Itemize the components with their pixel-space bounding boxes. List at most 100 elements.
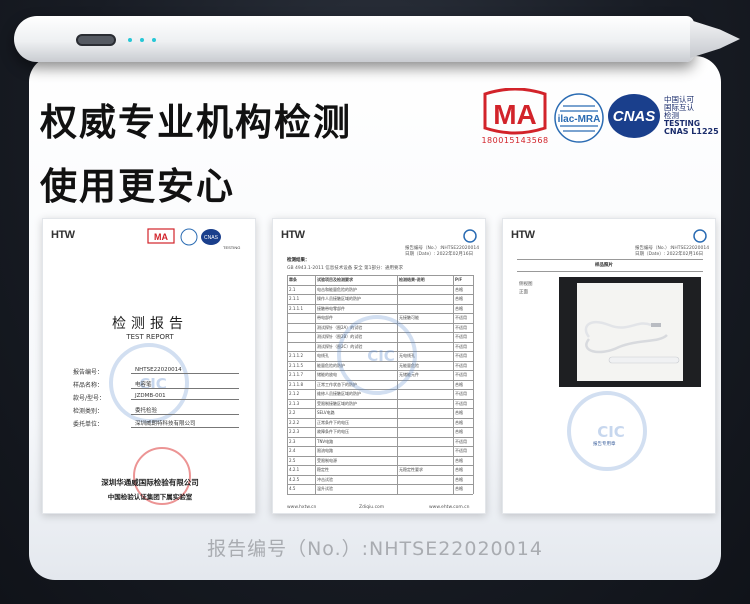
table-header-cell: 章条 <box>289 277 297 282</box>
stylus-body <box>14 16 694 62</box>
table-cell: 2.4 <box>289 448 296 453</box>
table-cell: 合格 <box>455 286 463 292</box>
table-cell: 2.2.3 <box>289 429 300 434</box>
footer-right: www.ehtw.com.cn <box>429 505 470 510</box>
table-cell: 2.1.1 <box>289 296 300 301</box>
table-cell: 维修人员接触区域的防护 <box>317 391 361 396</box>
cic-watermark: CIC <box>567 391 647 471</box>
headline-line-2: 使用更安心 <box>40 165 235 208</box>
table-cell: 合格 <box>455 467 463 472</box>
report-results-page: HTW 报告编号（No.）:NHTSE22020014 日期（Date）: 20… <box>272 218 486 514</box>
indicator-light <box>140 38 144 42</box>
headline-line-1: 权威专业机构检测 <box>40 101 352 144</box>
report-title: 检测报告 <box>112 316 188 332</box>
htw-logo: HTW <box>281 229 305 241</box>
report-number-caption: 报告编号（No.）:NHTSE22020014 <box>207 538 543 560</box>
photo-side-label: 正面 <box>519 290 528 295</box>
cic-logo-icon <box>463 229 477 243</box>
table-cell: 受限制电源 <box>317 457 337 463</box>
indicator-light <box>152 38 156 42</box>
table-cell: SELV电路 <box>317 410 335 415</box>
table-cell: 受限制接触区域的防护 <box>317 400 357 406</box>
table-cell: 合格 <box>455 419 463 425</box>
org-name: 深圳华通威国际检验有限公司 <box>101 478 199 487</box>
mini-testing-text: TESTING <box>223 245 240 250</box>
table-cell: 无稳定性要求 <box>399 467 423 472</box>
table-cell: 合格 <box>455 410 463 415</box>
mini-cert-logos: MA CNAS TESTING <box>147 228 240 250</box>
table-cell: 稳定性 <box>317 467 329 472</box>
table-cell: 2.1.1.2 <box>289 353 303 358</box>
report-subtitle: TEST REPORT <box>126 333 174 341</box>
table-cell: 2.1.1.8 <box>289 381 303 387</box>
table-cell: 正常条件下的电压 <box>317 419 349 425</box>
watermark-text: CIC <box>597 423 625 441</box>
htw-logo: HTW <box>511 229 535 241</box>
table-divider <box>315 275 316 494</box>
table-divider <box>453 275 454 494</box>
info-row: 委托单位： 深圳威朗特科技有限公司 <box>73 419 243 430</box>
table-cell: 限流电路 <box>317 448 333 453</box>
standard-name: GB 4943.1-2011 信息技术设备 安全 第1部分：通用要求 <box>287 266 403 271</box>
cic-logo-icon <box>693 229 707 243</box>
footer-mid: Zdiqiu.com <box>359 505 385 510</box>
table-cell: 不适用 <box>455 362 467 368</box>
table-cell: 合格 <box>455 381 463 387</box>
report-photo-page: HTW 报告编号（No.）:NHTSE22020014 日期（Date）: 20… <box>502 218 716 514</box>
table-cell: 合格 <box>455 296 463 301</box>
table-cell: 接触带电零部件 <box>317 305 345 311</box>
table-cell: 操作人员接触区域的防护 <box>317 296 361 301</box>
table-cell: 2.5 <box>289 457 296 463</box>
table-cell: 不适用 <box>455 391 467 396</box>
info-row: 报告编号： NHTSE22020014 <box>73 367 243 378</box>
table-rule <box>517 271 703 272</box>
table-cell: 不适用 <box>455 315 467 320</box>
report-stamp-text: 报告专用章 <box>593 442 616 447</box>
mini-ma-text: MA <box>154 232 168 242</box>
sample-photo <box>559 277 701 387</box>
table-cell: 不适用 <box>455 353 467 358</box>
table-cell: 2.3 <box>289 438 296 444</box>
table-cell: 2.1.1.1 <box>289 305 303 311</box>
table-cell: 4.2.5 <box>289 476 300 482</box>
table-cell: 不适用 <box>455 324 467 330</box>
table-cell: 4.5 <box>289 486 296 491</box>
photo-side-label: 侧视图 <box>519 282 533 287</box>
info-row: 款号/型号： JZDMB-001 <box>73 393 243 404</box>
table-cell: 2.2 <box>289 410 296 415</box>
table-cell: 合格 <box>455 476 463 482</box>
table-cell: 不适用 <box>455 334 467 339</box>
watermark-text: CIC <box>367 347 395 365</box>
table-rule <box>517 259 703 260</box>
table-header-cell: 试验项目及检测要求 <box>317 277 353 282</box>
usb-c-port <box>76 34 116 46</box>
table-cell: 2.1.3 <box>289 400 300 406</box>
table-cell: 2.2.2 <box>289 419 300 425</box>
table-cell: 不适用 <box>455 343 467 349</box>
htw-logo: HTW <box>51 229 75 241</box>
table-header-cell: P/F <box>455 277 463 282</box>
section-heading: 检测结果： <box>287 258 310 263</box>
org-subline: 中国检验认证集团下属实验室 <box>107 493 193 501</box>
table-divider <box>287 275 288 494</box>
cma-number: 180015143568 <box>481 136 549 145</box>
sample-photo-illustration <box>567 283 693 381</box>
table-cell: 合格 <box>455 429 463 434</box>
table-cell: 无接触可能 <box>399 315 419 320</box>
table-cell: 2.1.1.5 <box>289 362 303 368</box>
report-date: 日期（Date）: 2022年02月16日 <box>635 252 704 257</box>
info-row: 检测类别： 委托检验 <box>73 406 243 417</box>
table-cell: 储能的放电 <box>317 372 337 377</box>
cnas-code: CNAS L1225 <box>664 127 719 136</box>
table-cell: 合格 <box>455 457 463 463</box>
table-cell: 4.2.1 <box>289 467 300 472</box>
table-cell: 不适用 <box>455 438 467 444</box>
table-cell: 不适用 <box>455 372 467 377</box>
report-date: 日期（Date）: 2022年02月16日 <box>405 252 474 257</box>
info-row: 样品名称： 电容笔 <box>73 380 243 391</box>
table-cell: 故障条件下的电压 <box>317 429 349 434</box>
table-cell: 2.1.2 <box>289 391 300 396</box>
ma-text: MA <box>493 99 537 130</box>
table-cell: 2.1.1.7 <box>289 372 303 377</box>
cnas-text: CNAS <box>613 108 656 125</box>
